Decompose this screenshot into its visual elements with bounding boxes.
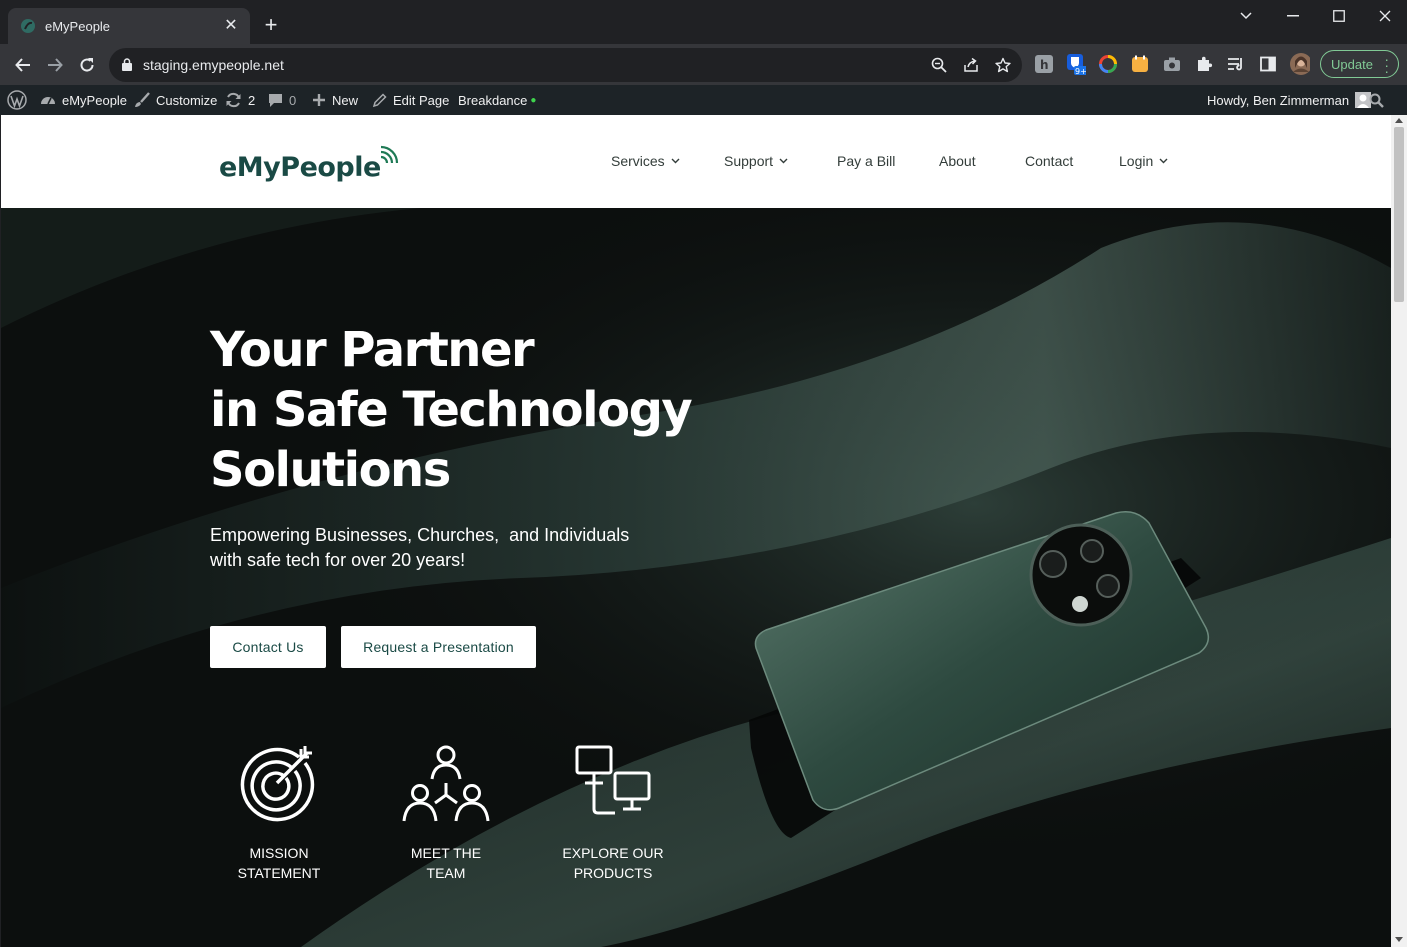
adminbar-comments[interactable]: 0 — [268, 85, 296, 115]
hero-section: Your Partner in Safe Technology Solution… — [1, 208, 1391, 947]
extensions-puzzle-icon[interactable] — [1194, 54, 1214, 74]
share-icon[interactable] — [962, 56, 980, 74]
adminbar-new[interactable]: New — [312, 85, 358, 115]
scrollbar-thumb[interactable] — [1394, 127, 1404, 302]
page-viewport: eMyPeople Services Support Pay a Bill Ab… — [1, 115, 1391, 947]
new-tab-icon[interactable]: + — [260, 14, 282, 36]
menu-dots-icon[interactable]: · · · — [1384, 52, 1389, 78]
adminbar-breakdance[interactable]: Breakdance ● — [458, 85, 536, 115]
browser-toolbar: staging.emypeople.net h 9+ Update · · · — [0, 44, 1407, 85]
nav-support[interactable]: Support — [724, 153, 788, 169]
hero-subtitle: Empowering Businesses, Churches, and Ind… — [210, 525, 630, 570]
adminbar-edit-page[interactable]: Edit Page — [372, 85, 449, 115]
forward-icon[interactable] — [43, 53, 67, 77]
adminbar-account[interactable]: Howdy, Ben Zimmerman — [1207, 85, 1372, 115]
tab-close-icon[interactable]: ✕ — [222, 17, 240, 35]
wordpress-logo-icon[interactable] — [7, 85, 33, 115]
reading-list-icon[interactable] — [1226, 54, 1246, 74]
target-icon — [240, 746, 315, 822]
team-icon — [402, 745, 490, 822]
dashboard-icon — [41, 97, 55, 105]
request-presentation-button[interactable]: Request a Presentation — [341, 626, 536, 668]
extension-bitwarden-icon[interactable]: 9+ — [1066, 54, 1086, 75]
update-label: Update — [1331, 56, 1373, 72]
back-icon[interactable] — [11, 53, 35, 77]
feature-meet-the-team[interactable]: MEET THE TEAM — [376, 743, 516, 883]
adminbar-customize[interactable]: Customize — [134, 85, 217, 115]
comment-icon — [269, 93, 282, 107]
zoom-icon[interactable] — [930, 56, 948, 74]
nav-services[interactable]: Services — [611, 153, 680, 169]
tab-title: eMyPeople — [45, 18, 111, 34]
extension-hackmd-icon[interactable]: h — [1034, 54, 1054, 74]
address-bar[interactable]: staging.emypeople.net — [109, 48, 1022, 82]
lock-icon — [122, 58, 132, 76]
signal-waves-icon — [380, 145, 398, 164]
minimize-icon[interactable] — [1278, 4, 1308, 28]
adminbar-updates[interactable]: 2 — [225, 85, 255, 115]
brush-icon — [135, 92, 150, 107]
extension-notes-icon[interactable] — [1130, 54, 1150, 74]
bookmark-star-icon[interactable] — [994, 56, 1012, 74]
contact-us-button[interactable]: Contact Us — [210, 626, 326, 668]
extension-color-icon[interactable] — [1098, 54, 1118, 74]
monitors-icon — [575, 745, 651, 815]
pencil-icon — [372, 92, 387, 107]
adminbar-site-name[interactable]: eMyPeople — [40, 85, 127, 115]
update-button[interactable]: Update · · · — [1320, 50, 1399, 78]
profile-avatar[interactable] — [1290, 53, 1310, 75]
wp-admin-bar: eMyPeople Customize 2 0 New Edit Page Br… — [0, 85, 1407, 115]
status-dot-icon: ● — [530, 94, 537, 106]
svg-text:h: h — [1040, 58, 1049, 72]
chevron-down-icon — [1159, 158, 1168, 164]
site-favicon-icon — [20, 18, 36, 34]
reload-icon[interactable] — [75, 53, 99, 77]
close-window-icon[interactable] — [1370, 4, 1400, 28]
svg-text:9+: 9+ — [1075, 67, 1086, 75]
page-scrollbar[interactable] — [1391, 115, 1407, 947]
chevron-down-icon — [779, 158, 788, 164]
feature-mission-statement[interactable]: MISSION STATEMENT — [209, 743, 349, 883]
nav-pay-a-bill[interactable]: Pay a Bill — [837, 153, 895, 169]
extension-camera-icon[interactable] — [1162, 54, 1182, 74]
scroll-up-arrow-icon[interactable] — [1395, 118, 1403, 123]
browser-tabstrip: eMyPeople ✕ + — [0, 0, 1407, 44]
site-header: eMyPeople Services Support Pay a Bill Ab… — [1, 115, 1391, 208]
adminbar-search-icon[interactable] — [1369, 85, 1390, 115]
nav-login[interactable]: Login — [1119, 153, 1168, 169]
tab-search-icon[interactable] — [1231, 4, 1261, 28]
nav-about[interactable]: About — [939, 153, 976, 169]
side-panel-icon[interactable] — [1258, 54, 1278, 74]
feature-explore-products[interactable]: EXPLORE OUR PRODUCTS — [543, 743, 683, 883]
nav-contact[interactable]: Contact — [1025, 153, 1073, 169]
plus-icon — [313, 94, 325, 106]
browser-tab[interactable]: eMyPeople ✕ — [8, 8, 250, 44]
hero-title: Your Partner in Safe Technology Solution… — [210, 322, 693, 498]
updates-icon — [226, 92, 241, 108]
chevron-down-icon — [671, 158, 680, 164]
url-text: staging.emypeople.net — [143, 57, 284, 73]
maximize-icon[interactable] — [1324, 4, 1354, 28]
scroll-down-arrow-icon[interactable] — [1395, 937, 1403, 942]
site-logo[interactable]: eMyPeople — [219, 145, 400, 183]
